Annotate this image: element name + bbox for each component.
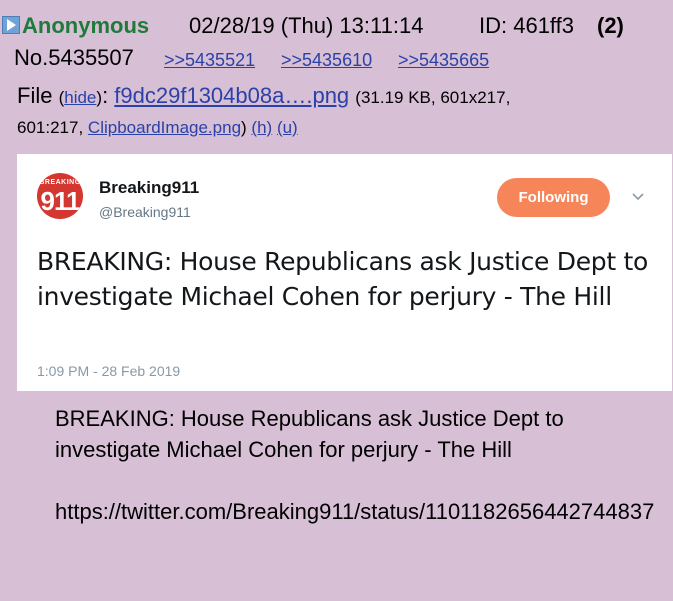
file-label: File	[17, 83, 53, 108]
backlink[interactable]: >>5435665	[398, 49, 489, 71]
file-aspect: 601:217,	[17, 118, 84, 137]
post-text: BREAKING: House Republicans ask Justice …	[55, 406, 564, 462]
post-date: 02/28/19 (Thu) 13:11:14	[189, 13, 424, 38]
original-file-link[interactable]: ClipboardImage.png	[88, 118, 241, 137]
following-button[interactable]: Following	[497, 178, 610, 217]
chevron-down-icon[interactable]	[631, 192, 645, 202]
backlink[interactable]: >>5435610	[281, 49, 372, 71]
tweet-author-name: Breaking911	[99, 178, 200, 197]
poster-id[interactable]: ID: 461ff3	[479, 10, 574, 42]
poster-name: Anonymous	[22, 13, 150, 38]
post-header: Anonymous 02/28/19 (Thu) 13:11:14 ID: 46…	[0, 10, 673, 42]
u-link[interactable]: (u)	[277, 118, 298, 137]
backlink[interactable]: >>5435521	[164, 49, 255, 71]
tweet-text: BREAKING: House Republicans ask Justice …	[37, 247, 648, 311]
file-name-link[interactable]: f9dc29f1304b08a….png	[114, 83, 349, 108]
hide-link[interactable]: hide	[64, 88, 96, 107]
post-number[interactable]: No.5435507	[14, 45, 134, 71]
h-link[interactable]: (h)	[251, 118, 272, 137]
tweet-timestamp: 1:09 PM - 28 Feb 2019	[37, 363, 181, 379]
tweet-image[interactable]: BREAKING 911 Breaking911 @Breaking911 Fo…	[17, 154, 672, 391]
reply-count: (2)	[597, 13, 624, 38]
expand-icon[interactable]	[2, 16, 20, 34]
avatar: BREAKING 911	[37, 173, 83, 219]
tweet-author-handle: @Breaking911	[99, 204, 191, 220]
post-body: BREAKING: House Republicans ask Justice …	[55, 403, 655, 527]
file-info-2: 601:217, ClipboardImage.png) (h) (u)	[17, 118, 298, 137]
avatar-text-num: 911	[40, 186, 81, 216]
file-size-info: (31.19 KB, 601x217,	[355, 88, 511, 107]
post-url[interactable]: https://twitter.com/Breaking911/status/1…	[55, 496, 655, 527]
file-info: File (hide): f9dc29f1304b08a….png (31.19…	[17, 83, 511, 108]
avatar-text-top: BREAKING	[39, 179, 81, 186]
